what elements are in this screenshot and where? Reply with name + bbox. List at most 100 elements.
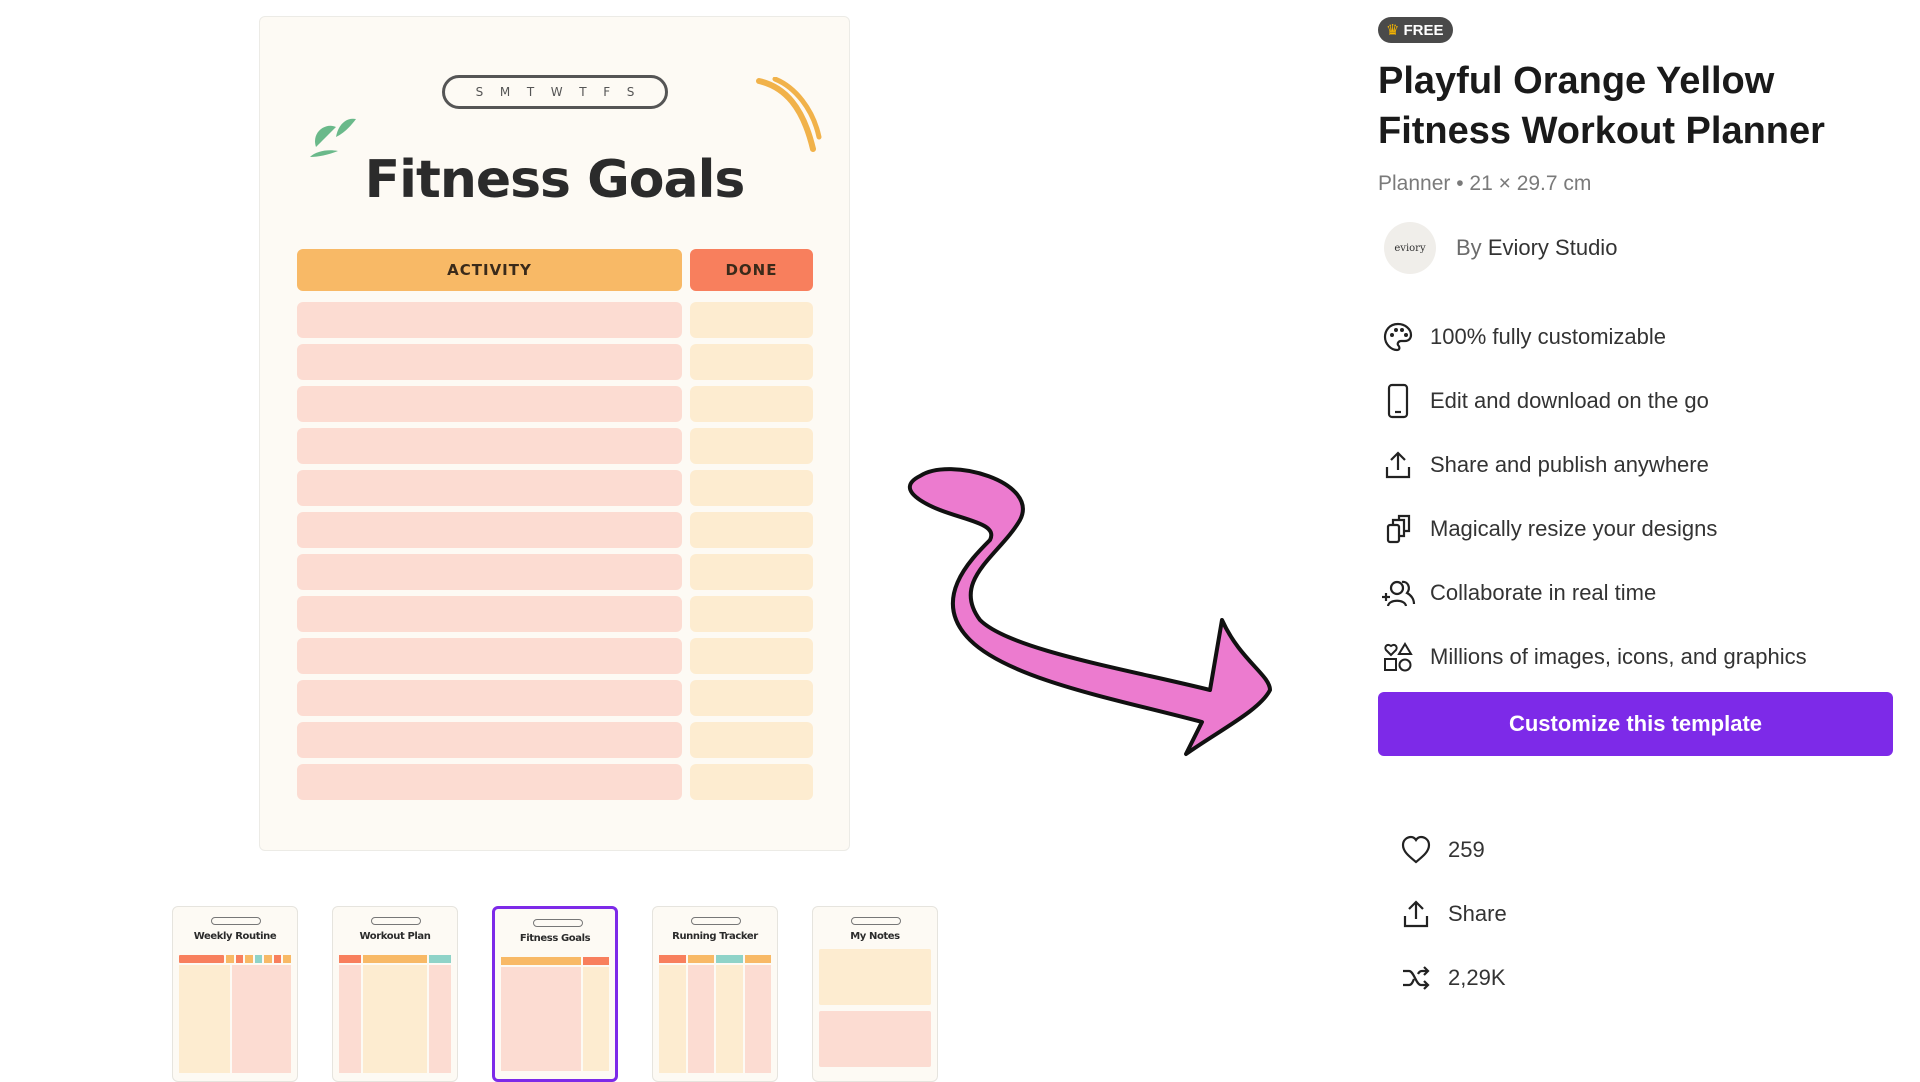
day-letter: T [526,85,535,99]
thumb-pill [691,917,741,925]
activity-cell [297,386,682,422]
thumb-pill [211,917,261,925]
thumb-title: Weekly Routine [193,931,277,942]
done-cell [690,638,813,674]
author-by-label: By [1456,235,1482,260]
thumb-title: My Notes [850,931,900,942]
like-count: 259 [1448,837,1485,862]
activity-cell [297,680,682,716]
author-avatar[interactable]: eviory [1384,222,1436,274]
thumbnail-fitness-goals[interactable]: Fitness Goals [492,906,618,1082]
activity-cell [297,596,682,632]
share-label: Share [1448,901,1507,926]
pink-arrow-icon [907,467,1272,756]
thumb-pill [851,917,901,925]
thumb-body [659,965,771,1073]
feature-item: Edit and download on the go [1378,369,1807,433]
feature-label: Edit and download on the go [1430,388,1709,413]
thumb-header [501,957,609,965]
thumbnail-weekly-routine[interactable]: Weekly Routine [172,906,298,1082]
feature-label: Millions of images, icons, and graphics [1430,644,1807,669]
share-icon[interactable] [1398,896,1434,932]
done-cell [690,680,813,716]
feature-label: Share and publish anywhere [1430,452,1709,477]
thumb-body [501,967,609,1071]
feature-item: Magically resize your designs [1378,497,1807,561]
like-stat[interactable]: 259 [1398,818,1507,882]
thumbnail-running-tracker[interactable]: Running Tracker [652,906,778,1082]
day-letter: F [603,85,611,99]
thumbnail-workout-plan[interactable]: Workout Plan [332,906,458,1082]
feature-list: 100% fully customizable Edit and downloa… [1378,305,1807,689]
thumb-pill [533,919,583,927]
activity-cell [297,428,682,464]
activity-cell [297,302,682,338]
heart-icon[interactable] [1398,832,1434,868]
day-letter: W [550,85,563,99]
feature-label: 100% fully customizable [1430,324,1667,349]
day-letter: T [579,85,587,99]
done-cell [690,722,813,758]
shuffle-icon[interactable] [1398,960,1434,996]
thumb-header [179,955,291,963]
day-letter: S [626,85,635,99]
share-stat[interactable]: Share [1398,882,1507,946]
thumbnail-my-notes[interactable]: My Notes [812,906,938,1082]
customize-template-button[interactable]: Customize this template [1378,692,1893,756]
thumb-body [179,965,291,1073]
preview-title: Fitness Goals [364,150,746,210]
page-thumbnails: Weekly Routine Workout Plan Fitness Goal… [172,906,938,1082]
done-cell [690,512,813,548]
done-cell [690,470,813,506]
resize-icon [1378,509,1418,549]
done-cell [690,302,813,338]
elements-icon [1378,637,1418,677]
template-subtitle: Planner • 21 × 29.7 cm [1378,172,1592,195]
done-cell [690,554,813,590]
activity-cell [297,512,682,548]
phone-icon [1378,381,1418,421]
thumb-title: Fitness Goals [519,933,591,944]
remix-count: 2,29K [1448,965,1506,990]
thumb-body [339,965,451,1073]
palette-icon [1378,317,1418,357]
thumb-notes-box [819,949,931,1005]
template-stats: 259 Share 2,29K [1398,818,1507,1010]
feature-item: Collaborate in real time [1378,561,1807,625]
done-cell [690,428,813,464]
feature-item: Share and publish anywhere [1378,433,1807,497]
day-letter: M [499,85,511,99]
feature-item: Millions of images, icons, and graphics [1378,625,1807,689]
crown-icon: ♛ [1386,22,1400,39]
activity-cell [297,344,682,380]
activity-cell [297,638,682,674]
done-cell [690,344,813,380]
thumb-header [339,955,451,963]
thumb-title: Workout Plan [359,931,431,942]
avatar-text: eviory [1394,242,1426,254]
template-preview[interactable]: S M T W T F S Fitness Goals ACTIVITY DON… [259,16,850,851]
activity-cell [297,764,682,800]
wheat-decoration-icon [756,77,822,152]
remix-stat[interactable]: 2,29K [1398,946,1507,1010]
activity-cell [297,470,682,506]
done-cell [690,386,813,422]
activity-cell [297,554,682,590]
template-title: Playful Orange Yellow Fitness Workout Pl… [1378,60,1825,152]
feature-item: 100% fully customizable [1378,305,1807,369]
author-link[interactable]: By Eviory Studio [1456,235,1617,261]
badge-label: FREE [1403,21,1444,39]
share-icon [1378,445,1418,485]
weekday-pill: S M T W T F S [442,75,668,109]
done-cell [690,596,813,632]
author-name: Eviory Studio [1487,235,1618,260]
feature-label: Collaborate in real time [1430,580,1657,605]
day-letter: S [475,85,484,99]
activity-header: ACTIVITY [297,249,682,291]
thumb-title: Running Tracker [672,931,758,942]
thumb-notes-box [819,1011,931,1067]
collaborate-icon [1378,573,1418,613]
done-cell [690,764,813,800]
thumb-header [659,955,771,963]
feature-label: Magically resize your designs [1430,516,1718,541]
